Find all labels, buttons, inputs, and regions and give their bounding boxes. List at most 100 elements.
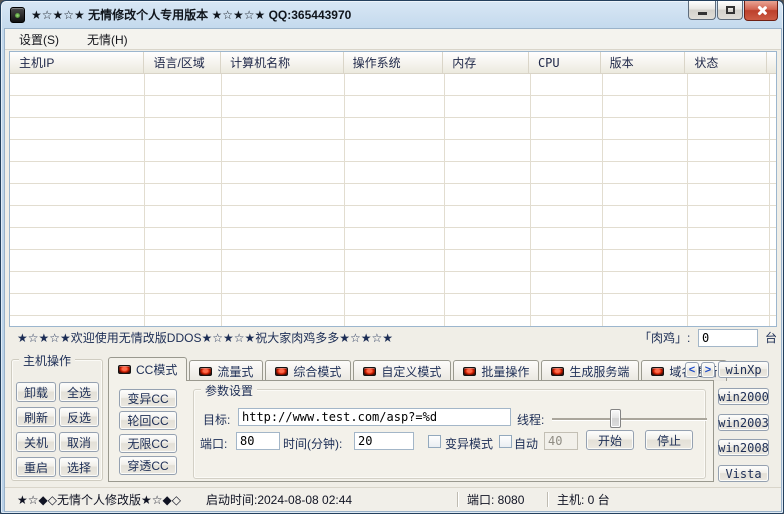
target-label: 目标: xyxy=(203,411,230,428)
column-header-filler xyxy=(767,52,776,73)
table-gridline xyxy=(530,74,531,326)
tab-batch-ops[interactable]: 批量操作 xyxy=(453,360,539,381)
port-input[interactable] xyxy=(236,432,280,450)
table-gridline xyxy=(344,74,345,326)
reboot-button[interactable]: 重启 xyxy=(16,457,56,477)
bomb-icon xyxy=(363,367,376,376)
table-gridline xyxy=(444,74,445,326)
win2000-button[interactable]: win2000 xyxy=(718,388,769,405)
target-url-input[interactable] xyxy=(238,408,511,426)
bomb-icon xyxy=(651,367,664,376)
close-icon xyxy=(756,5,767,16)
mutate-mode-checkbox[interactable] xyxy=(428,435,441,448)
mode-tabstrip: CC模式 流量式 综合模式 自定义模式 批量操作 生成服务端 域名更新 xyxy=(108,357,729,381)
status-brand-text: ★☆◆◇无情个人修改版★☆◆◇ xyxy=(17,488,181,512)
bomb-icon xyxy=(463,367,476,376)
start-button[interactable]: 开始 xyxy=(586,430,634,450)
bomb-icon xyxy=(551,367,564,376)
tab-label: 生成服务端 xyxy=(569,363,629,380)
tab-cc-mode[interactable]: CC模式 xyxy=(108,357,187,381)
status-port: 端口: 8080 xyxy=(467,488,524,512)
chicken-count-input[interactable] xyxy=(698,329,758,347)
host-list-body xyxy=(10,74,776,326)
thread-slider-track[interactable] xyxy=(552,418,707,420)
chicken-bar: ★☆★☆★欢迎使用无情改版DDOS★☆★☆★祝大家肉鸡多多★☆★☆★ 「肉鸡」:… xyxy=(5,327,781,350)
win2008-button[interactable]: win2008 xyxy=(718,439,769,456)
column-header-version[interactable]: 版本 xyxy=(601,52,686,73)
table-gridline xyxy=(221,74,222,326)
host-list-header: 主机IP 语言/区域 计算机名称 操作系统 内存 CPU 版本 状态 xyxy=(10,52,776,74)
winxp-button[interactable]: winXp xyxy=(718,361,769,378)
maximize-button[interactable] xyxy=(717,1,743,20)
chicken-unit-label: 台 xyxy=(765,327,777,350)
column-header-computer-name[interactable]: 计算机名称 xyxy=(221,52,344,73)
menu-wuqing[interactable]: 无情(H) xyxy=(73,29,142,49)
time-label: 时间(分钟): xyxy=(283,435,342,452)
tab-label: 批量操作 xyxy=(481,363,529,380)
pierce-cc-button[interactable]: 穿透CC xyxy=(119,456,177,475)
status-separator xyxy=(547,492,548,507)
status-separator xyxy=(457,492,458,507)
unlimited-cc-button[interactable]: 无限CC xyxy=(119,434,177,453)
bomb-icon xyxy=(118,365,131,374)
mutant-cc-button[interactable]: 变异CC xyxy=(119,389,177,408)
column-header-cpu[interactable]: CPU xyxy=(529,52,601,73)
status-bar: ★☆◆◇无情个人修改版★☆◆◇ 启动时间:2024-08-08 02:44 端口… xyxy=(5,487,781,511)
auto-label: 自动 xyxy=(514,435,538,452)
cycle-cc-button[interactable]: 轮回CC xyxy=(119,411,177,430)
shutdown-button[interactable]: 关机 xyxy=(16,432,56,452)
tab-scroll-left-button[interactable]: < xyxy=(685,362,699,378)
tab-combined-mode[interactable]: 综合模式 xyxy=(265,360,351,381)
select-button[interactable]: 选择 xyxy=(59,457,99,477)
auto-threads-input xyxy=(544,432,578,450)
window-titlebar[interactable]: ★☆★☆★ 无情修改个人专用版本 ★☆★☆★ QQ:365443970 xyxy=(1,1,783,29)
bomb-icon xyxy=(199,367,212,376)
tab-label: 综合模式 xyxy=(293,363,341,380)
table-gridline xyxy=(602,74,603,326)
app-window: ★☆★☆★ 无情修改个人专用版本 ★☆★☆★ QQ:365443970 设置(S… xyxy=(0,0,784,514)
tab-label: 流量式 xyxy=(217,363,253,380)
vista-button[interactable]: Vista xyxy=(718,465,769,482)
column-header-ip[interactable]: 主机IP xyxy=(10,52,144,73)
refresh-button[interactable]: 刷新 xyxy=(16,407,56,427)
column-header-locale[interactable]: 语言/区域 xyxy=(144,52,221,73)
uninstall-button[interactable]: 卸载 xyxy=(16,382,56,402)
invert-selection-button[interactable]: 反选 xyxy=(59,407,99,427)
tab-scroll-right-button[interactable]: > xyxy=(701,362,715,378)
table-gridline xyxy=(687,74,688,326)
welcome-text: ★☆★☆★欢迎使用无情改版DDOS★☆★☆★祝大家肉鸡多多★☆★☆★ xyxy=(17,327,393,350)
status-start-time: 启动时间:2024-08-08 02:44 xyxy=(206,488,352,512)
bomb-icon xyxy=(275,367,288,376)
column-header-os[interactable]: 操作系统 xyxy=(344,52,444,73)
status-host-count: 主机: 0 台 xyxy=(557,488,610,512)
thread-slider-thumb[interactable] xyxy=(610,409,621,428)
tab-traffic-mode[interactable]: 流量式 xyxy=(189,360,263,381)
close-button[interactable] xyxy=(744,1,778,21)
tab-label: 自定义模式 xyxy=(381,363,441,380)
maximize-icon xyxy=(726,6,735,14)
tab-build-server[interactable]: 生成服务端 xyxy=(541,360,639,381)
tab-custom-mode[interactable]: 自定义模式 xyxy=(353,360,451,381)
tab-label: CC模式 xyxy=(136,361,177,378)
minimize-button[interactable] xyxy=(688,1,716,20)
win2003-button[interactable]: win2003 xyxy=(718,414,769,431)
thread-label: 线程: xyxy=(517,411,544,428)
column-header-status[interactable]: 状态 xyxy=(685,52,767,73)
cancel-button[interactable]: 取消 xyxy=(59,432,99,452)
auto-checkbox[interactable] xyxy=(499,435,512,448)
chicken-count-label: 「肉鸡」: xyxy=(639,327,690,350)
menu-settings[interactable]: 设置(S) xyxy=(5,29,73,49)
window-title: ★☆★☆★ 无情修改个人专用版本 ★☆★☆★ QQ:365443970 xyxy=(31,1,351,29)
stop-button[interactable]: 停止 xyxy=(645,430,693,450)
select-all-button[interactable]: 全选 xyxy=(59,382,99,402)
time-input[interactable] xyxy=(354,432,414,450)
param-settings-title: 参数设置 xyxy=(201,382,257,399)
mutate-mode-label: 变异模式 xyxy=(445,435,493,452)
port-label: 端口: xyxy=(200,435,227,452)
menu-bar: 设置(S) 无情(H) xyxy=(5,29,781,50)
app-icon xyxy=(10,7,25,23)
host-list: 主机IP 语言/区域 计算机名称 操作系统 内存 CPU 版本 状态 xyxy=(9,51,777,327)
column-header-memory[interactable]: 内存 xyxy=(443,52,529,73)
host-ops-title: 主机操作 xyxy=(19,352,75,369)
table-gridline xyxy=(769,74,770,326)
